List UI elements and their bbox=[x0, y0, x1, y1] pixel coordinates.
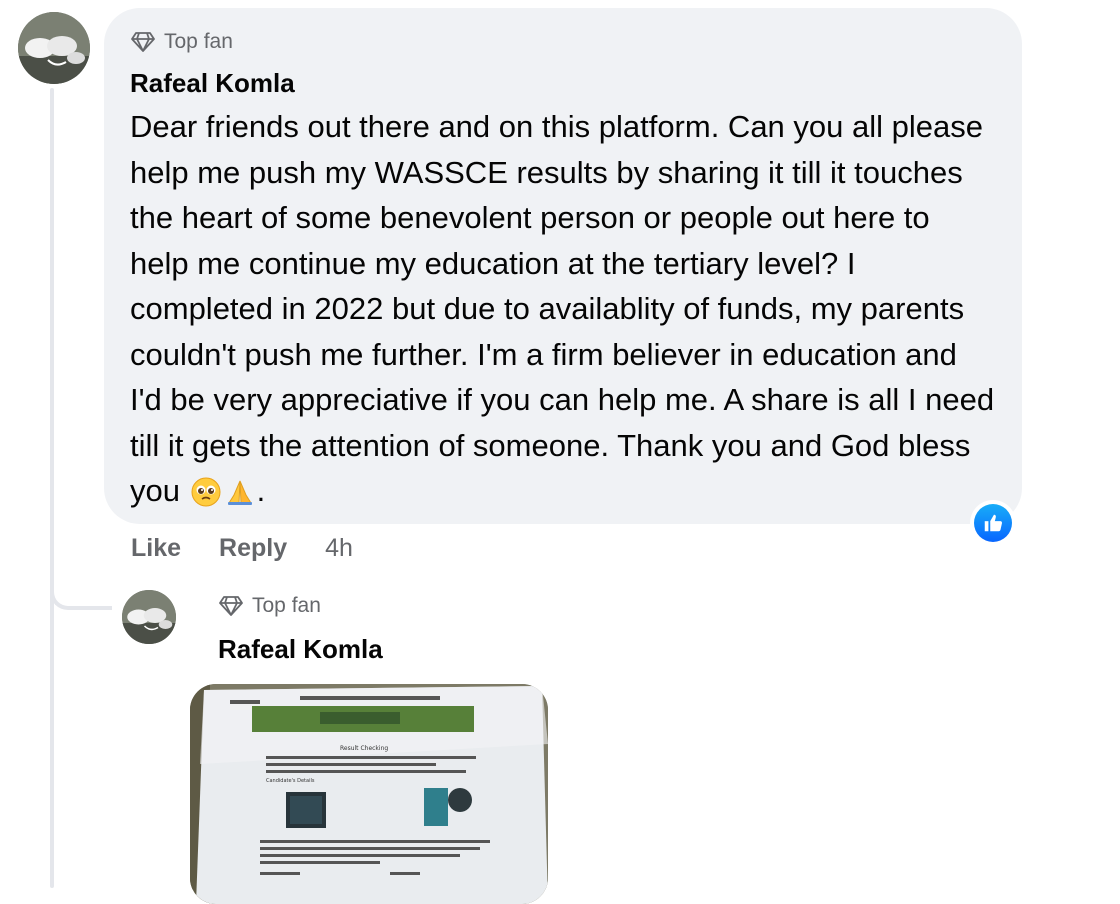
reply-avatar[interactable] bbox=[122, 590, 176, 644]
image-subtitle: Candidate's Details bbox=[266, 778, 315, 784]
like-reaction-badge[interactable] bbox=[970, 500, 1016, 546]
like-reaction-icon bbox=[974, 504, 1012, 542]
avatar-image bbox=[18, 12, 90, 84]
top-fan-badge[interactable]: Top fan bbox=[130, 28, 996, 56]
comment-text-end: . bbox=[256, 473, 266, 508]
comment-text-body: Dear friends out there and on this platf… bbox=[130, 109, 995, 508]
diamond-icon bbox=[131, 32, 155, 52]
comment-author[interactable]: Rafeal Komla bbox=[130, 66, 996, 100]
comment-text: Dear friends out there and on this platf… bbox=[130, 104, 996, 520]
comment-actions: Like Reply 4h bbox=[131, 532, 353, 564]
reply-author[interactable]: Rafeal Komla bbox=[218, 632, 383, 666]
badge-label: Top fan bbox=[164, 30, 233, 53]
reply-photo[interactable]: Result Checking Candidate's Details bbox=[190, 684, 548, 904]
comment-timestamp[interactable]: 4h bbox=[325, 534, 353, 563]
top-fan-badge[interactable]: Top fan bbox=[218, 592, 383, 620]
diamond-icon bbox=[219, 596, 243, 616]
avatar-image bbox=[122, 590, 176, 644]
results-document-image: Result Checking Candidate's Details bbox=[190, 684, 548, 904]
reply-connector-line bbox=[50, 560, 112, 610]
like-button[interactable]: Like bbox=[131, 534, 181, 563]
avatar[interactable] bbox=[18, 12, 90, 84]
reply-comment: Top fan Rafeal Komla bbox=[218, 592, 383, 666]
badge-label: Top fan bbox=[252, 594, 321, 617]
image-title: Result Checking bbox=[340, 745, 388, 752]
reply-button[interactable]: Reply bbox=[219, 534, 287, 563]
thread-line bbox=[50, 88, 54, 888]
pleading-face-emoji bbox=[191, 474, 221, 520]
comment-bubble: Top fan Rafeal Komla Dear friends out th… bbox=[104, 8, 1022, 524]
folded-hands-emoji bbox=[225, 474, 255, 520]
